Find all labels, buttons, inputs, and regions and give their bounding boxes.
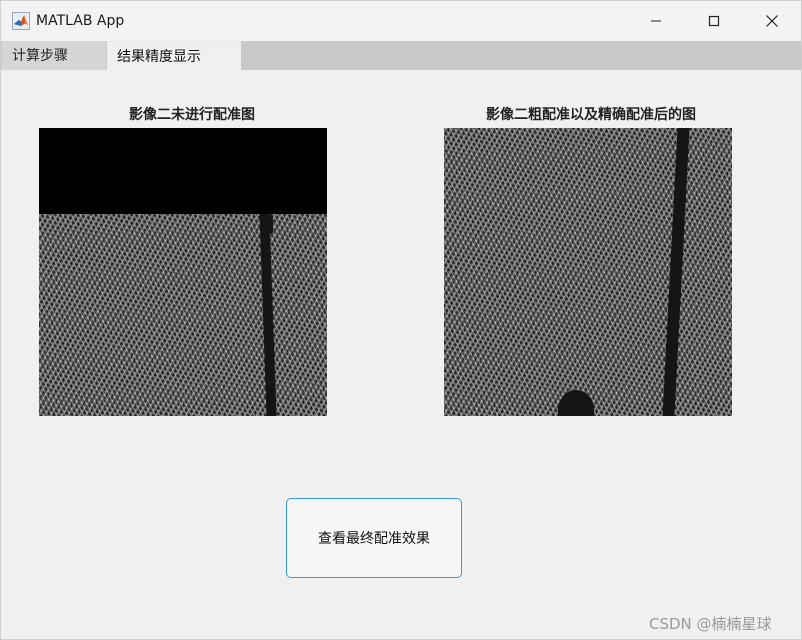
river-band (267, 214, 273, 234)
window-title: MATLAB App (36, 13, 125, 29)
matlab-logo-icon (12, 12, 30, 30)
tab-calculation-steps[interactable]: 计算步骤 (2, 41, 106, 70)
close-button[interactable] (743, 1, 801, 41)
maximize-icon (708, 15, 720, 27)
maximize-button[interactable] (685, 1, 743, 41)
title-bar[interactable]: MATLAB App (1, 1, 801, 41)
close-icon (766, 15, 778, 27)
minimize-icon (651, 20, 661, 22)
sar-texture (444, 128, 732, 416)
tab-content-panel: 影像二未进行配准图 影像二粗配准以及精确配准后的图 查看最终配准效果 (1, 70, 801, 639)
minimize-button[interactable] (627, 1, 685, 41)
image-left-title: 影像二未进行配准图 (129, 107, 255, 123)
tab-strip: 计算步骤 结果精度显示 (1, 41, 801, 70)
black-fill-region (39, 128, 327, 214)
image-left-unregistered (39, 128, 327, 416)
image-right-title: 影像二粗配准以及精确配准后的图 (486, 107, 696, 123)
watermark: CSDN @楠楠星球 (649, 615, 772, 633)
view-final-registration-button[interactable]: 查看最终配准效果 (286, 498, 462, 578)
app-window: MATLAB App 计算步骤 结果精度显示 影像二未进行配准图 影像二粗配准以… (0, 0, 802, 640)
image-right-registered (444, 128, 732, 416)
tab-result-accuracy[interactable]: 结果精度显示 (107, 41, 241, 70)
